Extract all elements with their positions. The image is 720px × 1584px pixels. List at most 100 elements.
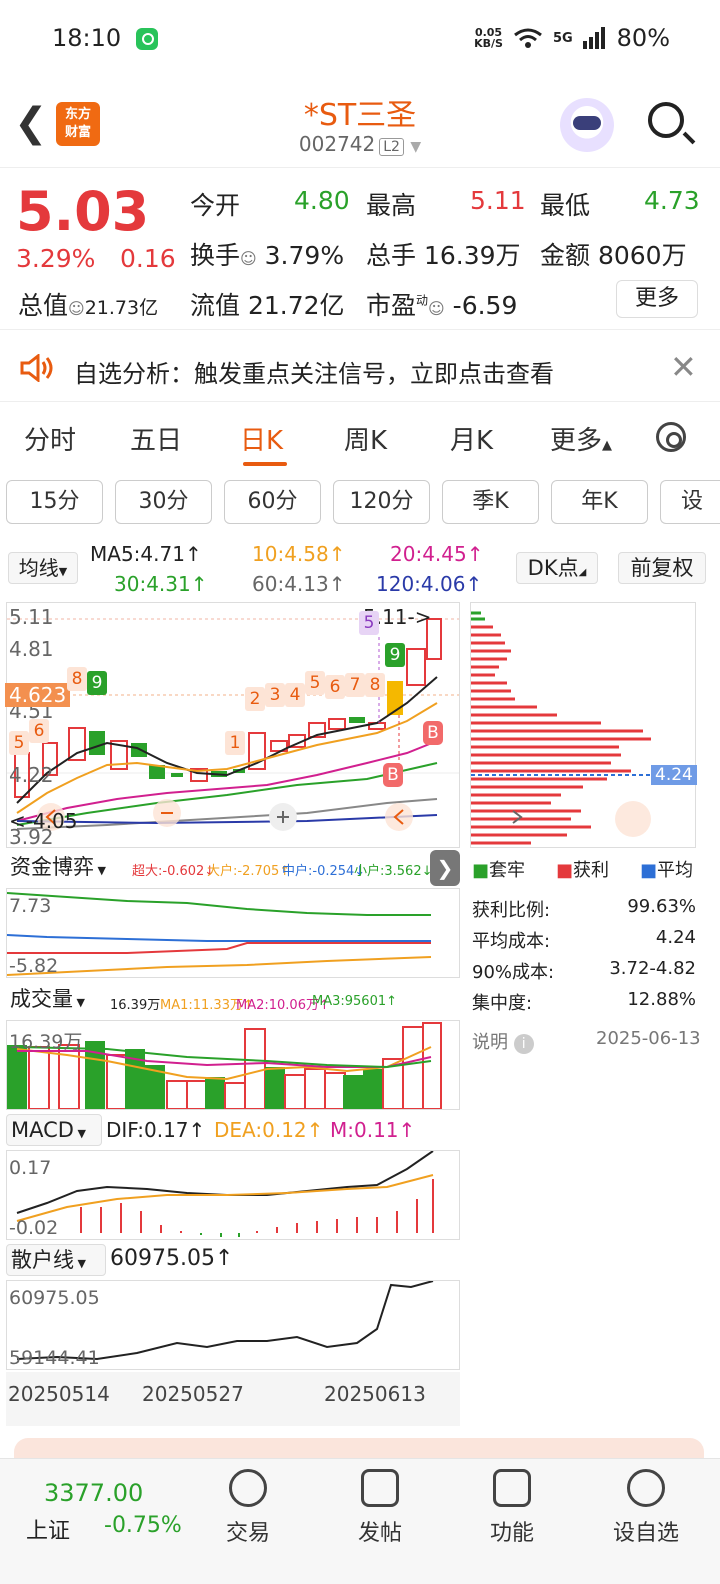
pe-ratio: 市盈动☺ -6.59	[366, 291, 518, 320]
status-bar: 18:10 0.05 KB/S 5G 80%	[0, 0, 720, 80]
cost90-value: 3.72-4.82	[609, 958, 696, 979]
legend-average: ■平均	[640, 860, 694, 881]
tab-weekly-k[interactable]: 周K	[344, 420, 387, 457]
battery-level: 80%	[616, 24, 670, 52]
signal-tag: 9	[385, 643, 405, 667]
promo-banner[interactable]	[14, 1438, 704, 1458]
fund-flow-chart: 7.73 -5.82	[6, 888, 460, 978]
signal-tag: 1	[225, 731, 245, 755]
cost90-label: 90%成本:	[472, 962, 555, 983]
ma10-value: 10:4.58↑	[252, 542, 346, 566]
period-30m[interactable]: 30分	[115, 480, 212, 524]
avg-cost-label: 平均成本:	[472, 931, 551, 952]
period-120m[interactable]: 120分	[333, 480, 430, 524]
nav-post[interactable]: 发帖	[330, 1469, 430, 1547]
chip-date: 2025-06-13	[596, 1028, 701, 1049]
fund-y-bottom: -5.82	[9, 955, 59, 977]
date-tick: 20250613	[324, 1382, 426, 1406]
market-cap: 总值☺21.73亿	[18, 291, 159, 320]
kline-y2: 4.81	[9, 637, 54, 661]
high-value: 5.11	[470, 186, 526, 215]
chip-help-link[interactable]: 说明 i	[472, 1028, 534, 1054]
profit-ratio-label: 获利比例:	[472, 900, 551, 921]
legend-profit: ■获利	[556, 860, 610, 881]
open-label: 今开	[190, 191, 241, 220]
ma60-value: 60:4.13↑	[252, 572, 346, 596]
avg-cost-value: 4.24	[655, 927, 696, 948]
volume: 总手 16.39万	[366, 241, 521, 270]
signal-tag: 9	[87, 671, 107, 695]
period-15m[interactable]: 15分	[6, 480, 103, 524]
tab-five-day[interactable]: 五日	[130, 420, 182, 457]
high-label: 最高	[366, 191, 417, 220]
expand-arrow-icon[interactable]: ❯	[430, 850, 460, 886]
tab-monthly-k[interactable]: 月K	[450, 420, 493, 457]
period-settings[interactable]: 设置	[660, 480, 720, 524]
signal-tag: 6	[29, 719, 49, 743]
chip-distribution-chart[interactable]: 4.24	[470, 602, 697, 848]
edit-icon	[361, 1469, 399, 1507]
date-tick: 20250527	[142, 1382, 244, 1406]
period-low-marker: <-4.05	[9, 809, 78, 833]
kline-y-top: 5.11	[9, 605, 54, 629]
mid-flow: 中户:-0.254↓	[282, 864, 366, 879]
yuan-icon	[229, 1469, 267, 1507]
macd-y-top: 0.17	[9, 1157, 52, 1179]
nav-functions[interactable]: 功能	[462, 1469, 562, 1547]
period-selector: 15分 30分 60分 120分 季K 年K 设置	[0, 480, 720, 526]
signal-tag: 3	[265, 683, 285, 707]
ma-selector[interactable]: 均线▼	[8, 552, 78, 584]
notice-text: 自选分析：触发重点关注信号，立即点击查看	[74, 360, 554, 388]
index-name[interactable]: 上证	[26, 1513, 70, 1545]
macd-y-bottom: -0.02	[9, 1217, 59, 1239]
vol-ma3: MA3:95601↑	[312, 994, 398, 1009]
ai-assistant-icon[interactable]	[560, 98, 614, 152]
close-icon[interactable]: ✕	[670, 348, 697, 386]
open-value: 4.80	[294, 186, 350, 215]
large-flow: 大户:-2.705↑	[207, 864, 291, 879]
tab-daily-k[interactable]: 日K	[240, 420, 283, 457]
gear-icon[interactable]	[656, 422, 686, 452]
nav-trade[interactable]: 交易	[198, 1469, 298, 1547]
info-icon: i	[513, 1034, 534, 1054]
active-tab-indicator	[243, 462, 287, 466]
nav-add-watchlist[interactable]: 设自选	[596, 1469, 696, 1547]
signal-tag: 2	[245, 687, 265, 711]
ma5-value: MA5:4.71↑	[90, 542, 202, 566]
more-quote-button[interactable]: 更多	[616, 280, 698, 318]
bottom-bar: 3377.00 上证 -0.75% 交易 发帖 功能 设自选	[0, 1458, 720, 1584]
macd-dea: DEA:0.12↑	[214, 1118, 324, 1142]
fund-y-top: 7.73	[9, 895, 52, 917]
current-price-tag: 4.623	[5, 683, 71, 707]
retail-value: 60975.05↑	[110, 1246, 234, 1271]
volume-selector[interactable]: 成交量 ▼	[6, 984, 106, 1016]
index-value: 3377.00	[44, 1479, 144, 1507]
change-amount: 0.16	[120, 244, 176, 273]
tab-intraday[interactable]: 分时	[24, 420, 76, 457]
concentration-value: 12.88%	[627, 989, 696, 1010]
ma120-value: 120:4.06↑	[376, 572, 483, 596]
volume-y-top: 16.39万	[9, 1031, 83, 1053]
signal-notice-bar[interactable]: 自选分析：触发重点关注信号，立即点击查看 ✕	[0, 334, 720, 402]
stock-code-selector[interactable]: 002742 L2 ▼	[0, 132, 720, 156]
ma30-value: 30:4.31↑	[114, 572, 208, 596]
retail-line-selector[interactable]: 散户线 ▼	[6, 1244, 106, 1276]
macd-m: M:0.11↑	[330, 1118, 416, 1142]
fund-game-selector[interactable]: 资金博弈 ▼	[6, 852, 130, 884]
avg-cost-tag: 4.24	[651, 765, 697, 785]
dk-point-button[interactable]: DK点◢	[516, 552, 598, 584]
clock: 18:10	[52, 24, 122, 52]
period-quarter[interactable]: 季K	[442, 480, 539, 524]
ma20-value: 20:4.45↑	[390, 542, 484, 566]
kline-y4: 4.22	[9, 763, 54, 787]
macd-selector[interactable]: MACD ▼	[6, 1114, 102, 1146]
tab-more[interactable]: 更多▲	[550, 420, 612, 457]
kline-chart[interactable]: 5.11 4.81 4.51 4.22 3.92 4.623 5.11-> <-…	[5, 602, 460, 849]
period-year[interactable]: 年K	[551, 480, 648, 524]
forward-adjust-button[interactable]: 前复权	[618, 552, 706, 584]
chart-tabs: 分时 五日 日K 周K 月K 更多▲	[0, 404, 720, 470]
period-60m[interactable]: 60分	[224, 480, 321, 524]
signal-icon	[582, 27, 605, 49]
search-icon[interactable]	[648, 102, 684, 138]
macd-chart: 0.17 -0.02	[6, 1150, 460, 1240]
